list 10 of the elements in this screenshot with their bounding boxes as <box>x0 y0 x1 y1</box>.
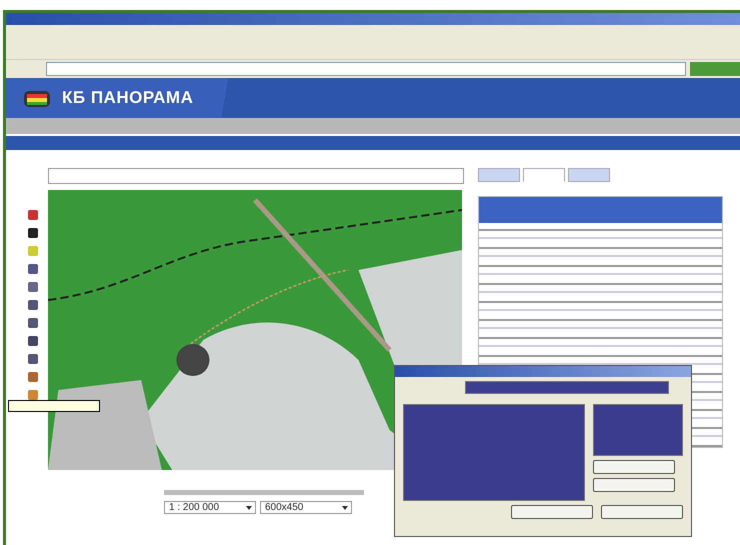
map-image[interactable] <box>48 190 462 470</box>
dialog-button[interactable] <box>593 460 675 474</box>
address-field[interactable] <box>46 62 686 76</box>
dialog-button[interactable] <box>593 478 675 492</box>
map-select[interactable] <box>48 168 464 184</box>
dialog-button[interactable] <box>601 505 683 519</box>
site-title: КБ ПАНОРАМА <box>62 88 194 108</box>
tab[interactable] <box>523 168 565 182</box>
dialog-button[interactable] <box>511 505 593 519</box>
dialog-select[interactable] <box>465 381 669 394</box>
